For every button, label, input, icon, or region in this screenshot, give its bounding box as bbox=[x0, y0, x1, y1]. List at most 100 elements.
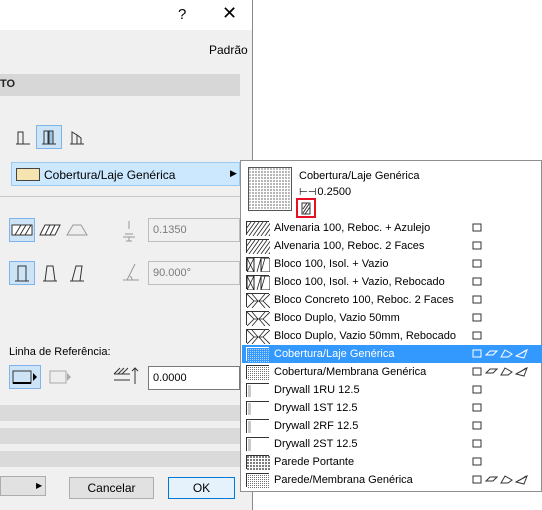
material-list-item-label: Cobertura/Membrana Genérica bbox=[274, 366, 427, 378]
wall-icon bbox=[70, 265, 84, 282]
reference-line-label: Linha de Referência: bbox=[9, 346, 111, 358]
material-swatch bbox=[246, 311, 270, 326]
panel-section-bar[interactable] bbox=[0, 428, 240, 444]
angle-field[interactable]: 90.000° bbox=[148, 261, 240, 285]
material-list-item[interactable]: Parede/Membrana Genérica bbox=[242, 471, 542, 489]
cancel-button[interactable]: Cancelar bbox=[69, 477, 154, 499]
material-list-item[interactable]: Drywall 1ST 12.5 bbox=[242, 399, 542, 417]
slant-angle-icon bbox=[121, 262, 141, 285]
section-header[interactable]: TO bbox=[0, 74, 240, 96]
material-swatch bbox=[246, 365, 270, 380]
help-button[interactable]: ? bbox=[178, 6, 186, 23]
chevron-right-icon: ▶ bbox=[230, 168, 237, 178]
roof-icon bbox=[500, 367, 513, 376]
element-type-icons bbox=[472, 456, 483, 467]
material-list-item[interactable]: Bloco 100, Isol. + Vazio, Rebocado bbox=[242, 273, 542, 291]
material-swatch bbox=[246, 419, 270, 434]
offset-icon bbox=[113, 366, 143, 389]
hatch-fill-icon bbox=[39, 224, 61, 236]
material-list-item[interactable]: Cobertura/Laje Genérica bbox=[242, 345, 542, 363]
profile-slanted-button[interactable] bbox=[64, 261, 90, 285]
offset-field[interactable]: 0.0000 bbox=[148, 366, 240, 390]
profile-straight-button[interactable] bbox=[9, 261, 35, 285]
reference-line-icon bbox=[49, 370, 71, 384]
wall-geometry-trapezoid-button[interactable] bbox=[36, 125, 62, 149]
element-type-icons bbox=[472, 294, 483, 305]
wall-icon bbox=[472, 223, 482, 232]
element-type-icons bbox=[472, 348, 528, 359]
material-swatch bbox=[246, 329, 270, 344]
material-list-item[interactable]: Drywall 2ST 12.5 bbox=[242, 435, 542, 453]
chevron-right-icon: ▶ bbox=[36, 481, 43, 490]
hatch-fill-button[interactable] bbox=[9, 218, 35, 242]
material-list-item-label: Parede Portante bbox=[274, 456, 355, 468]
hatch-curved-button[interactable] bbox=[64, 218, 90, 242]
wall-icon bbox=[43, 265, 57, 282]
material-list-item[interactable]: Alvenaria 100, Reboc. 2 Faces bbox=[242, 237, 542, 255]
wall-icon bbox=[472, 421, 482, 430]
element-type-icons bbox=[472, 384, 483, 395]
hatch-slant-button[interactable] bbox=[37, 218, 63, 242]
element-type-icons bbox=[472, 420, 483, 431]
material-list-item[interactable]: Parede Portante bbox=[242, 453, 542, 471]
material-list-item[interactable]: Bloco Duplo, Vazio 50mm, Rebocado bbox=[242, 327, 542, 345]
wall-icon bbox=[472, 439, 482, 448]
material-list-item[interactable]: Alvenaria 100, Reboc. + Azulejo bbox=[242, 219, 542, 237]
material-list-item[interactable]: Drywall 2RF 12.5 bbox=[242, 417, 542, 435]
material-swatch bbox=[246, 437, 270, 452]
material-list-item-label: Drywall 1ST 12.5 bbox=[274, 402, 358, 414]
preview-thickness-value: 0.2500 bbox=[317, 186, 352, 198]
wall-geometry-straight-button[interactable] bbox=[10, 125, 36, 149]
wall-icon bbox=[301, 202, 311, 214]
hatch-fill-icon bbox=[11, 224, 33, 236]
material-list-item-label: Bloco Duplo, Vazio 50mm, Rebocado bbox=[274, 330, 457, 342]
element-type-icons bbox=[472, 474, 528, 485]
element-type-icons bbox=[472, 402, 483, 413]
material-swatch bbox=[246, 275, 270, 290]
roof-icon bbox=[500, 349, 513, 358]
profile-trapezoid-button[interactable] bbox=[37, 261, 63, 285]
preview-material-name: Cobertura/Laje Genérica bbox=[299, 170, 420, 182]
wall-icon bbox=[15, 265, 29, 282]
reference-line-outside-button[interactable] bbox=[9, 365, 41, 389]
panel-section-bar[interactable] bbox=[0, 451, 240, 467]
element-type-button[interactable] bbox=[296, 198, 316, 218]
wall-icon bbox=[472, 259, 482, 268]
wall-icon bbox=[472, 385, 482, 394]
thickness-icon: ⊢⊣ bbox=[299, 186, 317, 198]
wall-icon bbox=[472, 277, 482, 286]
material-list-item[interactable]: Drywall 1RU 12.5 bbox=[242, 381, 542, 399]
material-list-item[interactable]: Bloco 100, Isol. + Vazio bbox=[242, 255, 542, 273]
preview-thickness: ⊢⊣ 0.2500 bbox=[299, 186, 351, 198]
panel-section-bar[interactable] bbox=[0, 405, 240, 421]
close-button[interactable]: ✕ bbox=[222, 3, 237, 24]
wall-geometry-icon bbox=[70, 131, 84, 145]
material-dropdown[interactable]: Cobertura/Laje Genérica ▶ bbox=[11, 162, 240, 186]
material-swatch bbox=[246, 257, 270, 272]
thickness-icon bbox=[121, 220, 137, 245]
slab-icon bbox=[485, 350, 498, 356]
wall-icon bbox=[472, 457, 482, 466]
material-swatch bbox=[246, 401, 270, 416]
defaults-label: Padrão bbox=[209, 43, 248, 57]
material-swatch bbox=[246, 473, 270, 488]
mesh-icon bbox=[515, 366, 528, 377]
mesh-icon bbox=[515, 474, 528, 485]
material-preview bbox=[248, 167, 292, 211]
material-dropdown-label: Cobertura/Laje Genérica bbox=[44, 168, 176, 182]
view-options-dropdown[interactable]: ▶ bbox=[0, 476, 46, 496]
settings-dialog: ? ✕ Padrão TO Cobertura/Laje Genérica ▶ … bbox=[0, 0, 253, 510]
ok-button[interactable]: OK bbox=[168, 477, 235, 499]
wall-icon bbox=[472, 475, 482, 484]
element-type-icons bbox=[472, 240, 483, 251]
slab-icon bbox=[485, 476, 498, 482]
material-list-item[interactable]: Bloco Concreto 100, Reboc. 2 Faces bbox=[242, 291, 542, 309]
material-list-item[interactable]: Bloco Duplo, Vazio 50mm bbox=[242, 309, 542, 327]
wall-geometry-polygon-button[interactable] bbox=[64, 125, 90, 149]
reference-line-inside-button[interactable] bbox=[46, 365, 76, 389]
material-list-item[interactable]: Cobertura/Membrana Genérica bbox=[242, 363, 542, 381]
element-type-icons bbox=[472, 366, 528, 377]
thickness-field[interactable]: 0.1350 bbox=[148, 218, 240, 242]
element-type-icons bbox=[472, 258, 483, 269]
element-type-icons bbox=[472, 330, 483, 341]
